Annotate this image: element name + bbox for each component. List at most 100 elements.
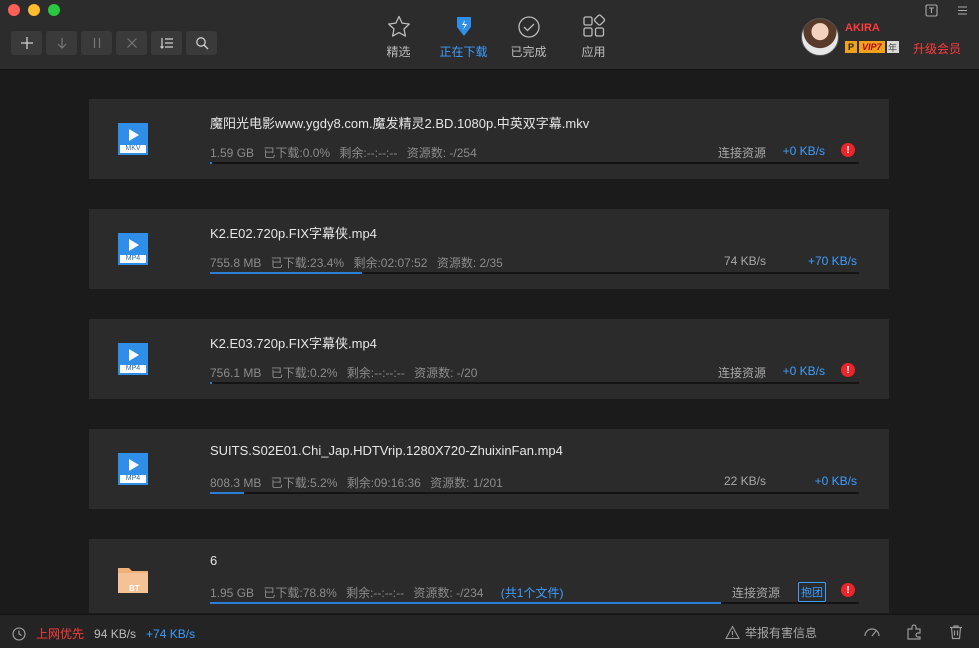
vip-level-badge: VIP7	[859, 41, 885, 53]
sort-button[interactable]	[151, 31, 182, 55]
check-circle-icon	[517, 16, 540, 38]
upgrade-membership-link[interactable]: 升级会员	[913, 40, 961, 57]
report-label: 举报有害信息	[744, 625, 817, 640]
tab-label: 精选	[386, 45, 411, 59]
add-icon	[20, 37, 33, 49]
progress-fill	[210, 382, 212, 384]
download-list: MKV 魔阳光电影www.ygdy8.com.魔发精灵2.BD.1080p.中英…	[89, 99, 889, 613]
vip-speed: +0 KB/s	[782, 144, 825, 158]
pause-button[interactable]	[81, 31, 112, 55]
warning-triangle-icon	[725, 624, 740, 639]
tab-featured[interactable]: 精选	[366, 14, 431, 60]
tab-downloading[interactable]: 正在下载	[431, 14, 496, 60]
download-item[interactable]: MP4 K2.E02.720p.FIX字幕侠.mp4 755.8 MB 已下载:…	[89, 209, 889, 289]
p-badge: P	[845, 41, 857, 53]
downloaded-percent: 已下载:78.8%	[263, 586, 337, 600]
progress-track	[210, 272, 859, 274]
file-count-link[interactable]: (共1个文件)	[501, 586, 564, 600]
download-speed: 74 KB/s	[723, 254, 766, 268]
progress-fill	[210, 162, 212, 164]
user-name[interactable]: AKIRA	[845, 22, 880, 34]
progress-fill	[210, 492, 244, 494]
group-boost-button[interactable]: 抱团	[798, 582, 826, 602]
downloaded-percent: 已下载:0.2%	[270, 366, 338, 380]
file-name: K2.E02.720p.FIX字幕侠.mp4	[210, 226, 377, 241]
window-controls	[8, 4, 60, 16]
apps-icon	[582, 14, 605, 37]
file-size: 755.8 MB	[210, 256, 262, 270]
vip-badges: P VIP7 年	[845, 41, 899, 53]
downloaded-percent: 已下载:0.0%	[263, 146, 331, 160]
start-download-button[interactable]	[46, 31, 77, 55]
total-boost-speed: +74 KB/s	[146, 626, 196, 641]
search-button[interactable]	[186, 31, 217, 55]
minimize-window-button[interactable]	[28, 4, 40, 16]
progress-fill	[210, 272, 362, 274]
downloaded-percent: 已下载:23.4%	[270, 256, 345, 270]
warning-icon[interactable]: !	[841, 583, 855, 597]
download-item[interactable]: MP4 K2.E03.720p.FIX字幕侠.mp4 756.1 MB 已下载:…	[89, 319, 889, 399]
downloading-icon	[456, 17, 471, 36]
speed-meter-icon[interactable]	[863, 623, 881, 641]
connection-status: 连接资源	[731, 586, 780, 600]
plugin-icon[interactable]	[905, 623, 923, 641]
close-icon	[126, 38, 137, 48]
file-meta: 1.59 GB 已下载:0.0% 剩余:--:--:-- 资源数: -/254	[210, 144, 483, 161]
file-meta: 756.1 MB 已下载:0.2% 剩余:--:--:-- 资源数: -/20	[210, 364, 483, 381]
time-remaining: 剩余:--:--:--	[346, 366, 405, 380]
close-window-button[interactable]	[8, 4, 20, 16]
downloaded-percent: 已下载:5.2%	[270, 476, 338, 490]
speed-mode: 上网优先 94 KB/s +74 KB/s	[12, 625, 195, 642]
download-item[interactable]: MP4 SUITS.S02E01.Chi_Jap.HDTVrip.1280X72…	[89, 429, 889, 509]
warning-icon[interactable]: !	[841, 143, 855, 157]
main-tabs: 精选 正在下载 已完成 应用	[366, 14, 626, 60]
source-count: 资源数: -/20	[414, 366, 478, 380]
action-toolbar	[11, 31, 217, 55]
clock-icon[interactable]	[12, 626, 26, 641]
progress-track	[210, 602, 859, 604]
source-count: 资源数: 1/201	[430, 476, 503, 490]
search-icon	[195, 37, 208, 50]
status-actions: 举报有害信息	[725, 623, 965, 641]
warning-icon[interactable]: !	[841, 363, 855, 377]
vip-speed: +0 KB/s	[814, 474, 857, 488]
file-meta: 808.3 MB 已下载:5.2% 剩余:09:16:36 资源数: 1/201	[210, 474, 509, 491]
download-item[interactable]: BT 6 1.95 GB 已下载:78.8% 剩余:--:--:-- 资源数: …	[89, 539, 889, 613]
download-icon	[57, 38, 66, 49]
download-item[interactable]: MKV 魔阳光电影www.ygdy8.com.魔发精灵2.BD.1080p.中英…	[89, 99, 889, 179]
file-type-label: BT	[129, 584, 140, 593]
tab-label: 应用	[581, 45, 606, 59]
tab-label: 正在下载	[439, 45, 488, 59]
status-bar: 上网优先 94 KB/s +74 KB/s 举报有害信息	[0, 614, 979, 648]
file-name: 魔阳光电影www.ygdy8.com.魔发精灵2.BD.1080p.中英双字幕.…	[210, 116, 590, 131]
file-type-label: MKV	[125, 145, 141, 152]
download-speed: 22 KB/s	[723, 474, 766, 488]
tab-label: 已完成	[510, 45, 547, 59]
avatar[interactable]	[801, 18, 839, 56]
connection-status: 连接资源	[717, 146, 766, 160]
file-meta: 755.8 MB 已下载:23.4% 剩余:02:07:52 资源数: 2/35	[210, 254, 509, 271]
source-count: 资源数: -/234	[413, 586, 484, 600]
zoom-window-button[interactable]	[48, 4, 60, 16]
vip-speed: +0 KB/s	[782, 364, 825, 378]
pause-icon	[93, 38, 100, 48]
file-name: 6	[210, 553, 218, 568]
progress-track	[210, 492, 859, 494]
tab-apps[interactable]: 应用	[561, 14, 626, 60]
tab-completed[interactable]: 已完成	[496, 14, 561, 60]
network-priority-mode[interactable]: 上网优先	[36, 625, 84, 642]
file-type-label: MP4	[125, 255, 141, 262]
file-size: 808.3 MB	[210, 476, 262, 490]
file-size: 756.1 MB	[210, 366, 262, 380]
time-remaining: 剩余:02:07:52	[353, 256, 428, 270]
file-size: 1.95 GB	[210, 586, 255, 600]
title-toolbar: 精选 正在下载 已完成 应用 AKIRA P VIP7 年 升级会员	[0, 0, 979, 70]
new-task-button[interactable]	[11, 31, 42, 55]
file-name: SUITS.S02E01.Chi_Jap.HDTVrip.1280X720-Zh…	[210, 443, 563, 458]
delete-button[interactable]	[116, 31, 147, 55]
total-download-speed: 94 KB/s	[94, 626, 137, 641]
progress-track	[210, 382, 859, 384]
trash-icon[interactable]	[947, 623, 965, 641]
report-harmful-button[interactable]: 举报有害信息	[725, 624, 817, 641]
time-remaining: 剩余:--:--:--	[339, 146, 398, 160]
